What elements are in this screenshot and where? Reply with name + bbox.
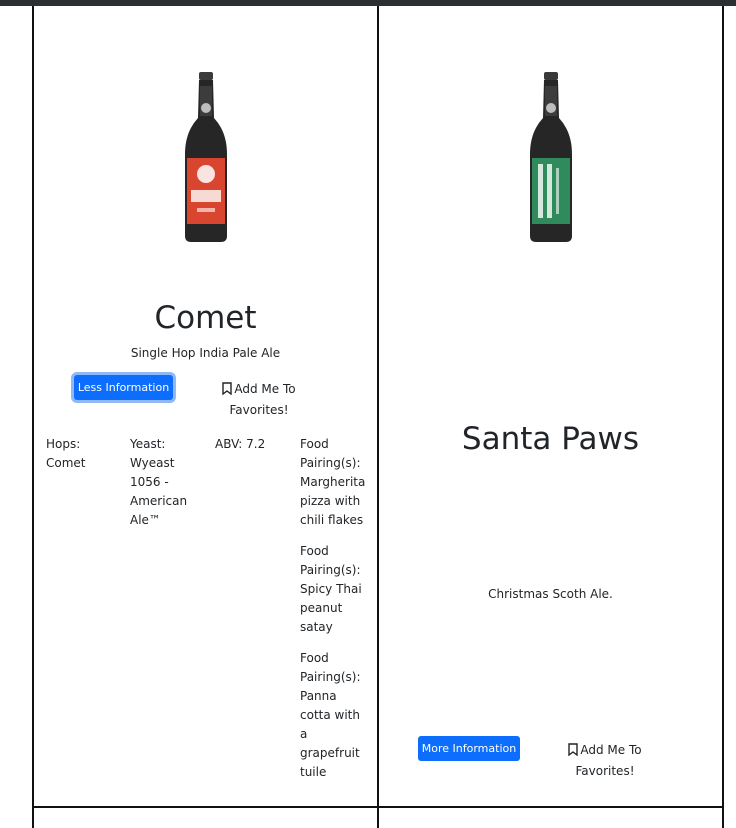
beer-bottle-image: [528, 72, 574, 244]
add-to-favorites-label: Add Me To Favorites!: [575, 743, 642, 778]
beer-bottle-image: [183, 72, 229, 244]
add-to-favorites[interactable]: Add Me To Favorites!: [562, 741, 648, 781]
grid-line: [722, 6, 724, 828]
bookmark-icon: [222, 382, 233, 401]
bookmark-icon: [568, 743, 579, 762]
food-pairing: Food Pairing(s): Spicy Thai peanut satay: [300, 544, 362, 634]
food-pairings-list: Food Pairing(s): Margherita pizza with c…: [300, 435, 366, 794]
add-to-favorites-label: Add Me To Favorites!: [229, 382, 296, 417]
beer-tagline: Christmas Scoth Ale.: [488, 587, 613, 601]
top-bar: [0, 0, 736, 6]
food-pairing: Food Pairing(s): Panna cotta with a grap…: [300, 651, 361, 779]
beer-name: Santa Paws: [461, 421, 640, 457]
grid-line: [377, 6, 379, 828]
beer-tagline: Single Hop India Pale Ale: [130, 346, 281, 360]
hops-info: Hops: Comet: [46, 437, 86, 470]
grid-line: [32, 6, 34, 828]
grid-line: [32, 806, 724, 808]
beer-name: Comet: [154, 300, 257, 336]
add-to-favorites[interactable]: Add Me To Favorites!: [216, 380, 302, 420]
food-pairing: Food Pairing(s): Margherita pizza with c…: [300, 437, 366, 527]
more-information-button[interactable]: More Information: [418, 736, 520, 761]
less-information-button[interactable]: Less Information: [74, 375, 173, 400]
abv-info: ABV: 7.2: [215, 437, 266, 451]
yeast-info: Yeast: Wyeast 1056 - American Ale™: [130, 437, 188, 527]
